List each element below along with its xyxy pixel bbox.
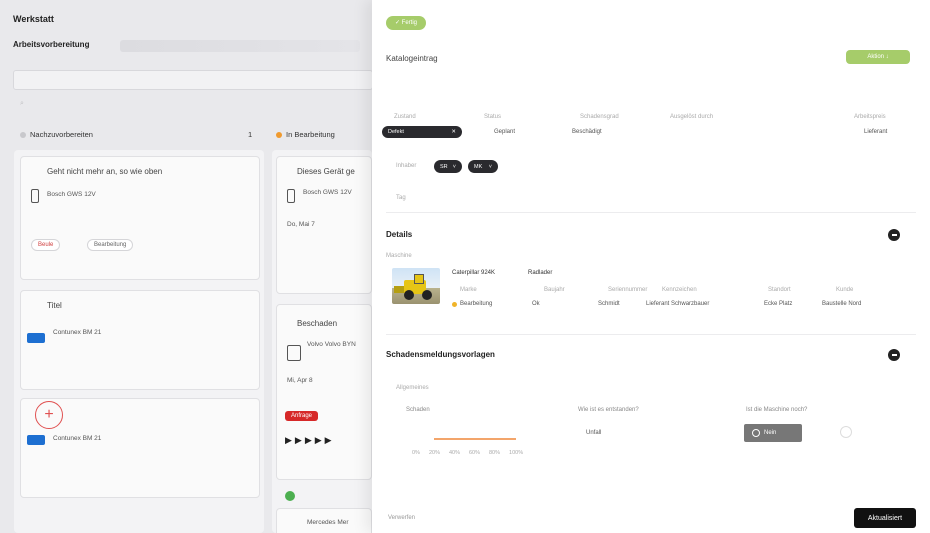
section-tabs[interactable] <box>120 40 360 52</box>
details-title: Details <box>386 230 413 239</box>
filter-label: Zustand <box>394 114 416 120</box>
status-value[interactable]: Geplant <box>494 129 515 135</box>
task-card[interactable]: Beschaden Volvo Volvo BYN Mi, Apr 8 Anfr… <box>276 304 372 501</box>
section-tab-active[interactable]: Arbeitsvorbereitung <box>13 40 89 49</box>
divider <box>386 212 916 213</box>
filter-bar[interactable] <box>13 70 373 90</box>
column-label: Nachzuvorbereiten <box>30 130 93 139</box>
status-dot-icon <box>20 131 26 138</box>
collapse-icon[interactable] <box>888 229 900 241</box>
meta-value: Ok <box>532 301 540 307</box>
tag-chip[interactable]: Bearbeitung <box>87 239 134 251</box>
meta-value: Schmidt <box>598 301 620 307</box>
tag-chip[interactable]: Beule <box>31 239 61 251</box>
card-date: Mi, Apr 8 <box>287 377 313 384</box>
meta-value: Bearbeitung <box>460 301 493 307</box>
device-icon <box>287 189 295 203</box>
machine-icon <box>27 435 45 445</box>
device-icon <box>287 345 301 361</box>
priority-arrows-icon: ▶▶▶▶▶ <box>285 435 335 445</box>
damage-title: Schadensmeldungsvorlagen <box>386 350 495 359</box>
meta-label: Marke <box>460 287 477 293</box>
field-label: Wie ist es entstanden? <box>578 407 639 413</box>
card-device: Contunex BM 21 <box>53 329 102 336</box>
field-label: Ist die Maschine noch? <box>746 407 808 413</box>
details-section-label: Maschine <box>386 253 412 259</box>
slider-ticks: 0% 20% 40% 60% 80% 100% <box>412 450 524 456</box>
task-card[interactable]: Titel Contunex BM 21 <box>20 290 260 390</box>
price-value[interactable]: Lieferant <box>864 129 887 135</box>
card-device: Volvo Volvo BYN <box>307 341 356 348</box>
machine-name: Caterpillar 924K <box>452 270 496 276</box>
machine-working-button[interactable]: Nein <box>744 424 802 442</box>
meta-label: Standort <box>768 287 791 293</box>
damage-value[interactable]: Beschädigt <box>572 129 602 135</box>
circle-icon <box>752 429 760 437</box>
card-device: Mercedes Mer <box>307 519 349 526</box>
column-header-doing: In Bearbeitung <box>276 130 335 139</box>
panel-title: Katalogeintrag <box>386 54 438 63</box>
request-button[interactable]: Anfrage <box>285 411 319 421</box>
condition-select[interactable]: Defekt ✕ <box>382 126 462 138</box>
card-device: Bosch GWS 12V <box>303 189 352 196</box>
machine-image <box>392 268 440 304</box>
divider <box>386 334 916 335</box>
status-dot-icon <box>452 302 457 307</box>
filter-label: Schadensgrad <box>580 114 619 120</box>
add-icon[interactable]: + <box>35 401 63 429</box>
info-icon[interactable] <box>840 426 852 438</box>
filter-label: Status <box>484 114 502 120</box>
owner-label: Inhaber <box>396 163 417 169</box>
meta-value: Lieferant Schwarzbauer <box>646 301 710 307</box>
meta-value: Ecke Platz <box>764 301 793 307</box>
column-label: In Bearbeitung <box>286 130 335 139</box>
field-label: Schaden <box>406 407 430 413</box>
close-icon[interactable]: ✕ <box>451 129 456 135</box>
action-button[interactable]: Aktion ↓ <box>846 50 910 64</box>
status-dot-icon <box>276 131 282 138</box>
filter-label: Arbeitspreis <box>854 114 886 120</box>
meta-label: Seriennummer <box>608 287 648 293</box>
status-pill[interactable]: ✓ Fertig <box>386 16 426 30</box>
damage-section-label: Allgemeines <box>396 385 429 391</box>
condition-value: Defekt <box>388 129 404 135</box>
filter-label: Ausgelöst durch <box>670 114 714 120</box>
device-icon <box>31 189 39 203</box>
owner-chip[interactable]: SR ˅ <box>434 160 462 173</box>
owner-chip[interactable]: MK ˅ <box>468 160 498 173</box>
meta-label: Baujahr <box>544 287 565 293</box>
card-title: Dieses Gerät ge <box>297 167 355 176</box>
machine-icon <box>27 333 45 343</box>
column-count: 1 <box>248 130 253 139</box>
submit-button[interactable]: Aktualisiert <box>854 508 916 528</box>
collapse-icon[interactable] <box>888 349 900 361</box>
detail-panel: ✓ Fertig Katalogeintrag Aktion ↓ Zustand… <box>372 0 930 533</box>
card-title: Geht nicht mehr an, so wie oben <box>47 167 163 176</box>
task-card[interactable]: Dieses Gerät ge Bosch GWS 12V Do, Mai 7 <box>276 156 372 294</box>
check-icon <box>285 491 295 501</box>
meta-label: Kennzeichen <box>662 287 697 293</box>
task-card[interactable]: Mercedes Mer <box>276 508 372 533</box>
card-date: Do, Mai 7 <box>287 221 315 228</box>
tags-label: Tag <box>396 195 406 201</box>
column-header-todo: Nachzuvorbereiten <box>20 130 93 139</box>
page-title: Werkstatt <box>13 14 54 24</box>
task-card[interactable]: + Contunex BM 21 <box>20 398 260 498</box>
card-title: Titel <box>47 301 62 310</box>
card-device: Bosch GWS 12V <box>47 191 96 198</box>
meta-value: Baustelle Nord <box>822 301 862 307</box>
machine-badge: Radlader <box>528 270 553 276</box>
cause-select[interactable]: Unfall <box>586 430 601 436</box>
meta-label: Kunde <box>836 287 854 293</box>
card-title: Beschaden <box>297 319 338 328</box>
search-input[interactable]: ⌕ <box>20 100 24 108</box>
card-device: Contunex BM 21 <box>53 435 102 442</box>
discard-link[interactable]: Verwerfen <box>388 515 415 521</box>
damage-slider[interactable] <box>434 438 516 440</box>
task-card[interactable]: Geht nicht mehr an, so wie oben Bosch GW… <box>20 156 260 280</box>
